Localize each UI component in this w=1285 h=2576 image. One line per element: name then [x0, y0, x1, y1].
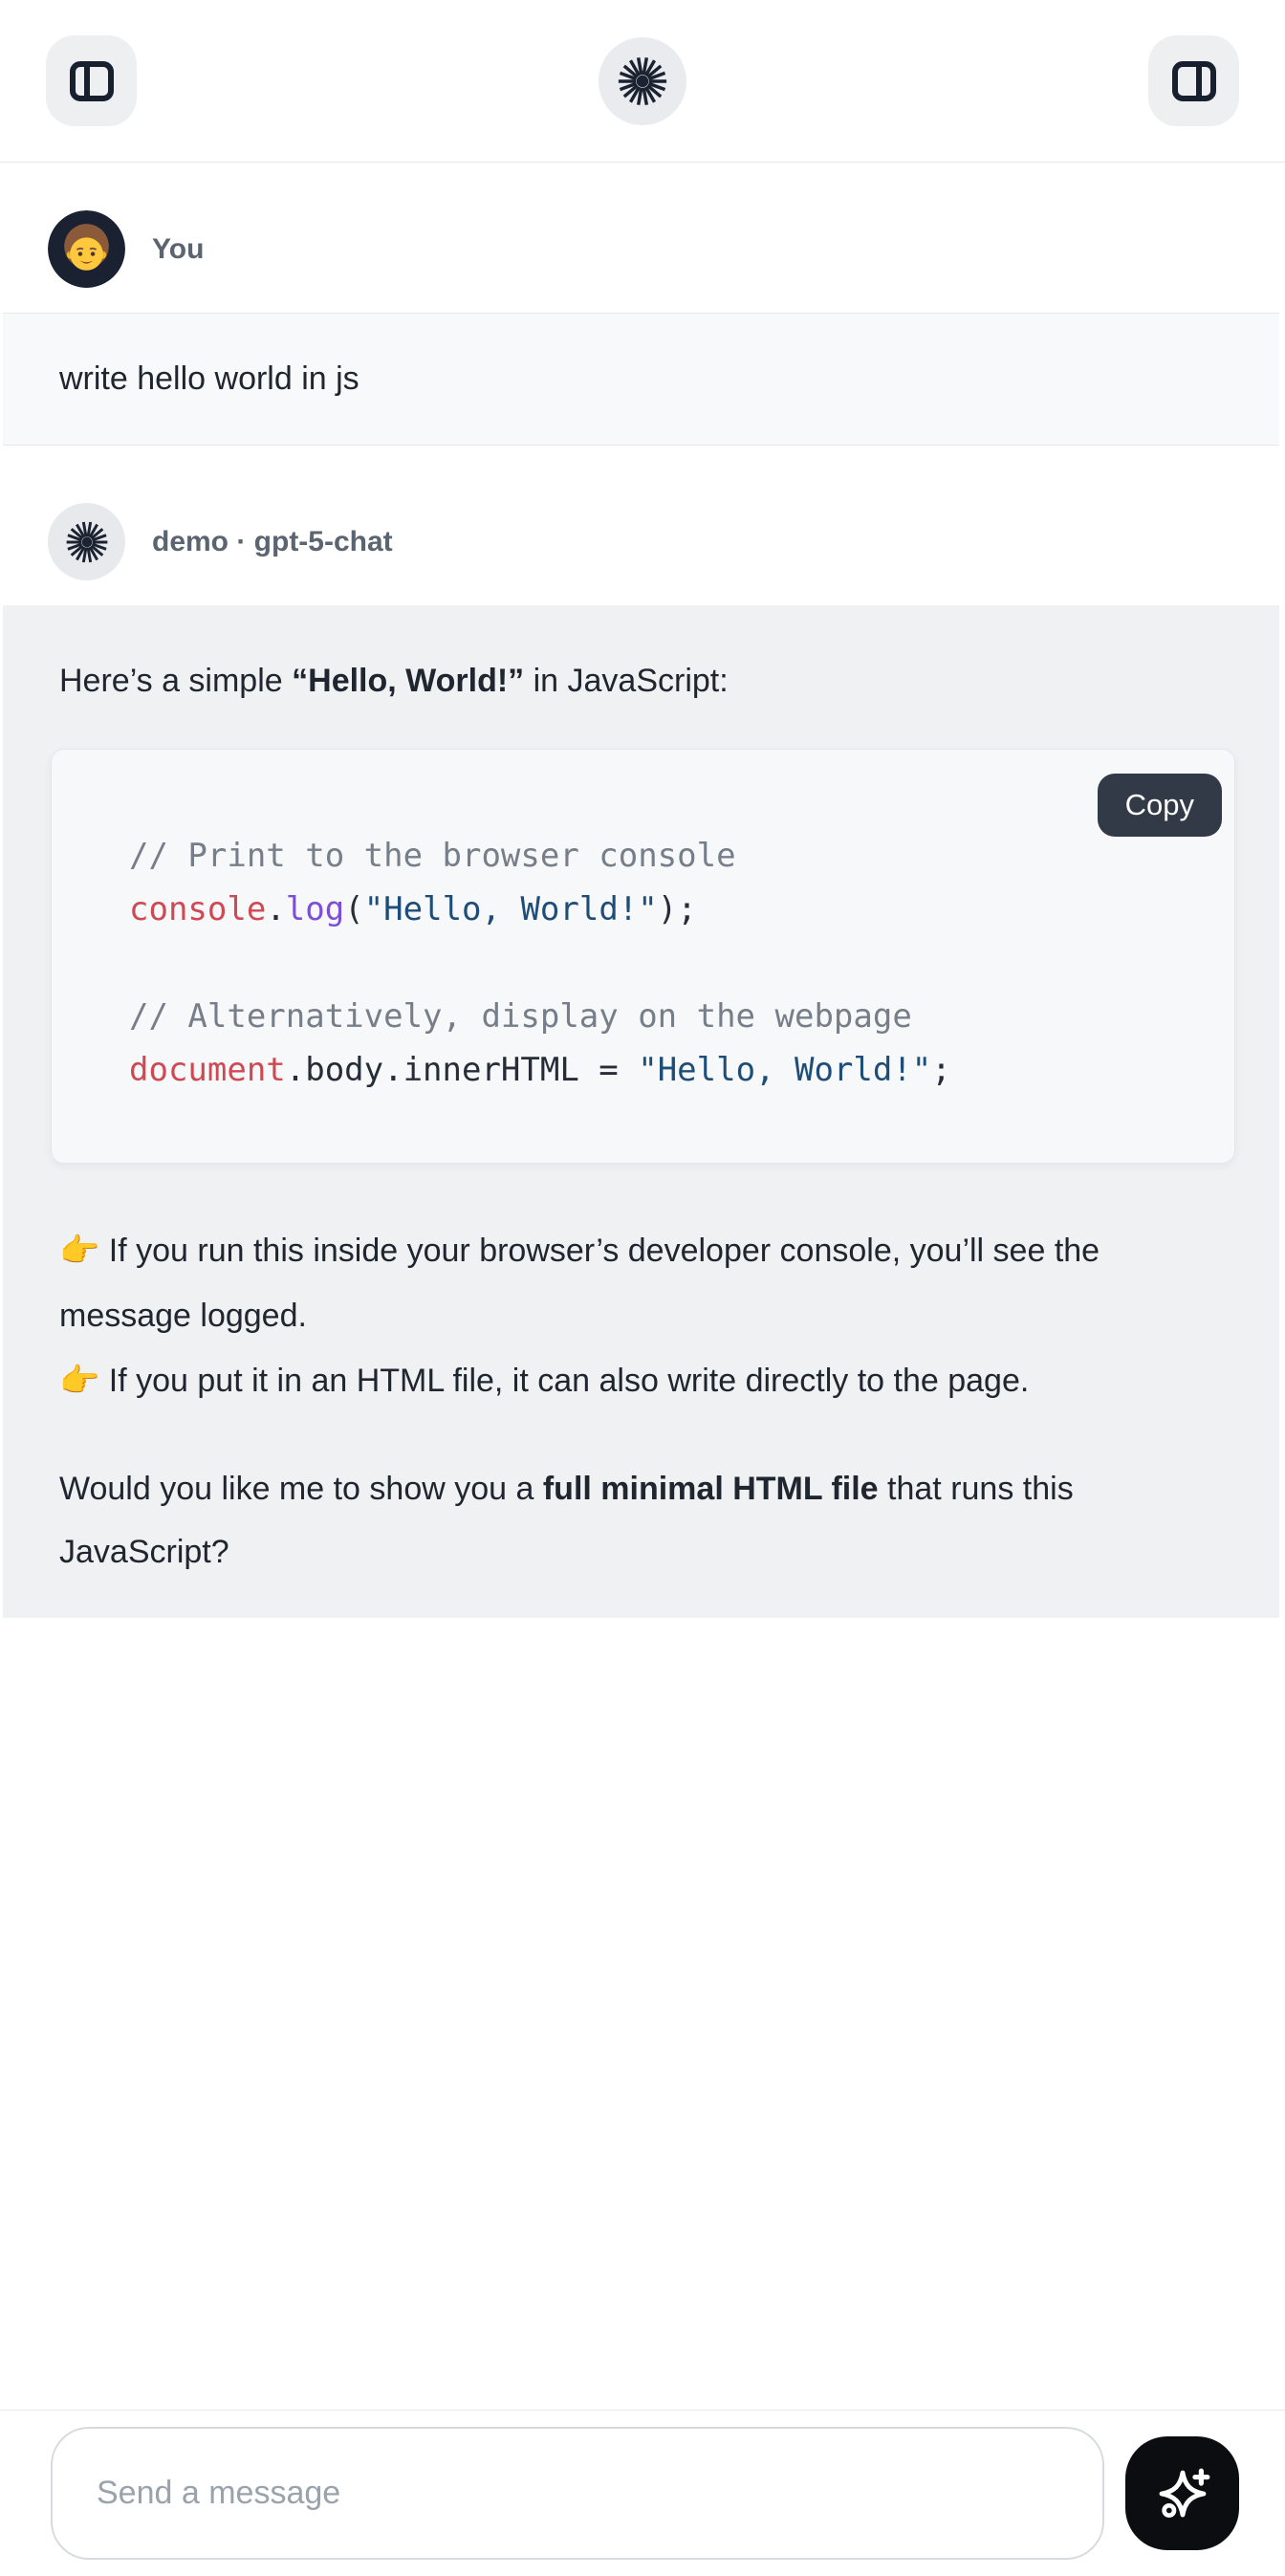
- top-bar: [0, 0, 1285, 163]
- user-avatar: [48, 210, 125, 288]
- chat-app-window: You write hello world in js: [0, 0, 1285, 2576]
- ai-sparkle-icon: [1153, 2464, 1212, 2523]
- question-paragraph: Would you like me to show you a full min…: [59, 1457, 1168, 1583]
- model-spinner-button[interactable]: [599, 37, 686, 125]
- panel-left-icon: [65, 55, 119, 108]
- user-message-row: write hello world in js: [3, 313, 1279, 446]
- code-block: Copy // Print to the browser console con…: [51, 749, 1235, 1164]
- assistant-message: Here’s a simple “Hello, World!” in JavaS…: [3, 605, 1279, 1618]
- user-speaker-label: You: [152, 233, 204, 266]
- note-paragraph-2: 👉 If you put it in an HTML file, it can …: [59, 1348, 1168, 1413]
- send-button[interactable]: [1125, 2436, 1239, 2550]
- user-turn-header: You: [3, 163, 1279, 313]
- assistant-turn-header: demo · gpt-5-chat: [3, 446, 1279, 605]
- assistant-avatar: [48, 503, 125, 580]
- panel-right-icon: [1167, 55, 1221, 108]
- chat-scroll-area[interactable]: You write hello world in js: [0, 163, 1285, 2410]
- note-paragraph-1: 👉 If you run this inside your browser’s …: [59, 1218, 1168, 1348]
- assistant-speaker-label: demo · gpt-5-chat: [152, 526, 393, 558]
- panel-right-button[interactable]: [1148, 35, 1239, 126]
- message-input[interactable]: [51, 2427, 1104, 2560]
- spark-burst-icon: [65, 520, 109, 564]
- person-emoji-icon: [48, 210, 125, 288]
- user-message-text: write hello world in js: [59, 360, 359, 398]
- composer-bar: [0, 2410, 1285, 2576]
- panel-left-button[interactable]: [46, 35, 137, 126]
- copy-button[interactable]: Copy: [1098, 774, 1222, 837]
- code-content: // Print to the browser console console.…: [129, 831, 1206, 1099]
- intro-paragraph: Here’s a simple “Hello, World!” in JavaS…: [59, 649, 1227, 712]
- spark-burst-icon: [617, 55, 668, 107]
